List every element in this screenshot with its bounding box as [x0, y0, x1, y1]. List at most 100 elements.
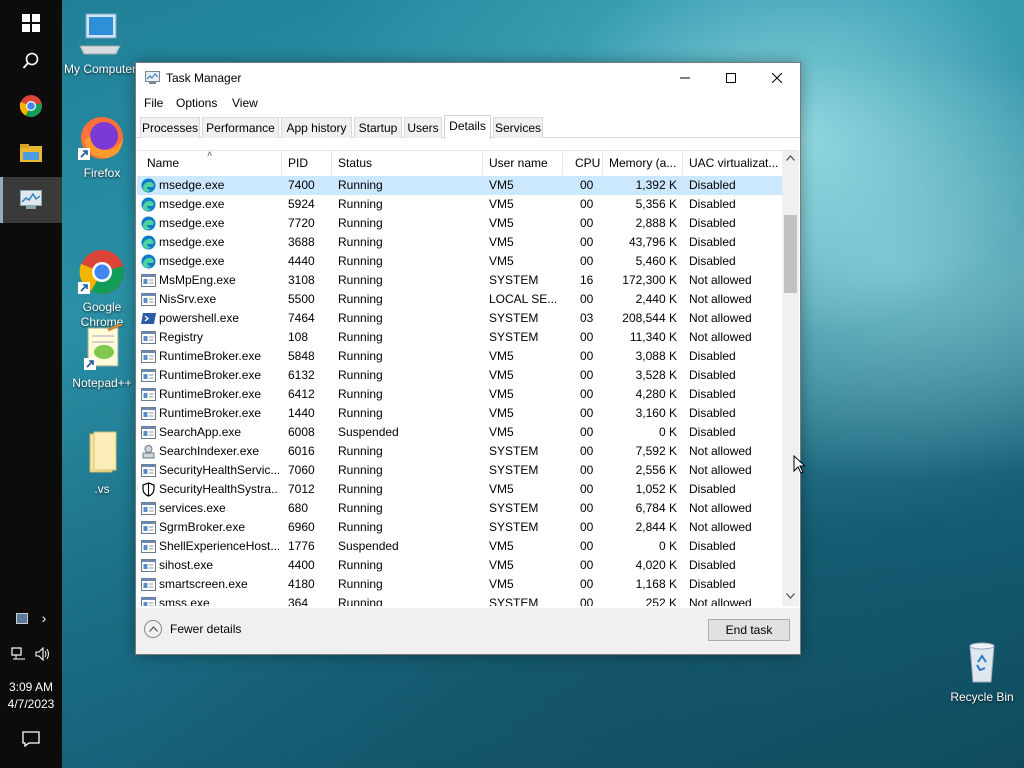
cell-pid: 108: [288, 330, 309, 344]
tab-performance[interactable]: Performance: [202, 117, 279, 138]
column-header-memory[interactable]: Memory (a...: [603, 151, 683, 175]
task-manager-icon: [145, 71, 160, 84]
tray-overflow[interactable]: ›: [0, 606, 62, 630]
clock-date[interactable]: 4/7/2023: [0, 696, 62, 712]
menu-file[interactable]: File: [144, 96, 163, 110]
close-button[interactable]: [754, 63, 800, 93]
table-row[interactable]: RuntimeBroker.exe 5848 Running VM5 00 3,088 K…: [137, 347, 782, 366]
cell-status: Running: [338, 197, 383, 211]
title-bar[interactable]: Task Manager: [136, 63, 800, 93]
scroll-down-icon[interactable]: [786, 593, 795, 599]
table-row[interactable]: NisSrv.exe 5500 Running LOCAL SE... 00 2,440 …: [137, 290, 782, 309]
table-row[interactable]: powershell.exe 7464 Running SYSTEM 03 208,544…: [137, 309, 782, 328]
table-row[interactable]: smartscreen.exe 4180 Running VM5 00 1,168 K Di…: [137, 575, 782, 594]
minimize-button[interactable]: [662, 63, 708, 93]
table-row[interactable]: SearchIndexer.exe 6016 Running SYSTEM 00 7,59…: [137, 442, 782, 461]
vertical-scrollbar[interactable]: [782, 151, 799, 606]
table-row[interactable]: msedge.exe 7720 Running VM5 00 2,888 K Disable…: [137, 214, 782, 233]
table-row[interactable]: RuntimeBroker.exe 1440 Running VM5 00 3,160 K…: [137, 404, 782, 423]
fewer-details-button[interactable]: Fewer details: [144, 620, 241, 638]
cell-user-name: SYSTEM: [489, 444, 539, 458]
table-row[interactable]: ShellExperienceHost.... 1776 Suspended VM5 0…: [137, 537, 782, 556]
column-header-pid[interactable]: PID: [282, 151, 332, 175]
volume-icon[interactable]: [35, 647, 51, 661]
clock-time[interactable]: 3:09 AM: [0, 679, 62, 695]
table-row[interactable]: RuntimeBroker.exe 6412 Running VM5 00 4,280 K…: [137, 385, 782, 404]
column-header-status[interactable]: Status: [332, 151, 483, 175]
action-center-button[interactable]: [0, 716, 62, 762]
taskbar: › 3:09 AM 4/7/2023: [0, 0, 62, 768]
tab-services[interactable]: Services: [493, 117, 543, 138]
table-row[interactable]: msedge.exe 5924 Running VM5 00 5,356 K Disable…: [137, 195, 782, 214]
search-button[interactable]: [0, 38, 62, 84]
desktop-icon-notepad-plus-plus[interactable]: Notepad++: [62, 322, 142, 391]
process-icon: [141, 273, 156, 288]
table-header: ˄ Name PID Status User name CPU Memory (…: [137, 151, 782, 175]
scroll-up-icon[interactable]: [786, 155, 795, 161]
taskbar-task-manager[interactable]: [0, 177, 62, 223]
desktop-icon-google-chrome[interactable]: Google Chrome: [62, 218, 142, 330]
desktop-icon-my-computer[interactable]: My Computer: [60, 10, 140, 77]
cell-name: smss.exe: [159, 596, 210, 606]
table-row[interactable]: sihost.exe 4400 Running VM5 00 4,020 K Disable…: [137, 556, 782, 575]
cell-name: MsMpEng.exe: [159, 273, 236, 287]
search-icon: [22, 52, 39, 69]
tab-app-history[interactable]: App history: [281, 117, 352, 138]
table-row[interactable]: msedge.exe 4440 Running VM5 00 5,460 K Disable…: [137, 252, 782, 271]
table-row[interactable]: msedge.exe 3688 Running VM5 00 43,796 K Disabl…: [137, 233, 782, 252]
file-explorer-icon: [20, 144, 42, 162]
menu-view[interactable]: View: [232, 96, 258, 110]
maximize-button[interactable]: [708, 63, 754, 93]
table-row[interactable]: SecurityHealthServic... 7060 Running SYSTEM…: [137, 461, 782, 480]
column-header-user-name[interactable]: User name: [483, 151, 563, 175]
table-row[interactable]: RuntimeBroker.exe 6132 Running VM5 00 3,528 K…: [137, 366, 782, 385]
tab-startup[interactable]: Startup: [354, 117, 402, 138]
table-row[interactable]: Registry 108 Running SYSTEM 00 11,340 K Not al…: [137, 328, 782, 347]
taskbar-chrome[interactable]: [0, 83, 62, 129]
table-row[interactable]: services.exe 680 Running SYSTEM 00 6,784 K Not…: [137, 499, 782, 518]
cell-name: msedge.exe: [159, 216, 225, 230]
cell-user-name: VM5: [489, 482, 514, 496]
table-row[interactable]: SecurityHealthSystra... 7012 Running VM5 00 1…: [137, 480, 782, 499]
tray-network-volume: [0, 642, 62, 666]
table-row[interactable]: SearchApp.exe 6008 Suspended VM5 00 0 K Disabl…: [137, 423, 782, 442]
table-row[interactable]: SgrmBroker.exe 6960 Running SYSTEM 00 2,844 K…: [137, 518, 782, 537]
cell-name: RuntimeBroker.exe: [159, 368, 262, 382]
search-indexer-icon: [141, 444, 156, 459]
taskbar-file-explorer[interactable]: [0, 130, 62, 176]
network-icon[interactable]: [11, 647, 27, 661]
desktop-icon-recycle-bin[interactable]: Recycle Bin: [942, 638, 1022, 705]
column-header-name[interactable]: ˄ Name: [141, 151, 282, 175]
desktop-icon-label: My Computer: [63, 62, 137, 76]
cell-memory: 1,052 K: [635, 482, 677, 496]
tab-details[interactable]: Details: [444, 115, 491, 139]
table-row[interactable]: smss.exe 364 Running SYSTEM 00 252 K Not allow…: [137, 594, 782, 606]
cell-uac-virtualization: Disabled: [689, 349, 736, 363]
menu-options[interactable]: Options: [176, 96, 217, 110]
edge-icon: [141, 178, 156, 193]
cell-uac-virtualization: Disabled: [689, 254, 736, 268]
end-task-button[interactable]: End task: [708, 619, 790, 641]
cell-memory: 172,300 K: [622, 273, 677, 287]
tab-processes[interactable]: Processes: [140, 117, 200, 138]
cell-cpu: 16: [580, 273, 594, 287]
recycle-bin-icon: [958, 638, 1006, 686]
cell-memory: 2,556 K: [635, 463, 677, 477]
desktop-icon-firefox[interactable]: Firefox: [62, 114, 142, 181]
table-row[interactable]: msedge.exe 7400 Running VM5 00 1,392 K Disable…: [137, 176, 782, 195]
cell-memory: 3,160 K: [635, 406, 677, 420]
tab-users[interactable]: Users: [404, 117, 442, 138]
cell-memory: 5,356 K: [635, 197, 677, 211]
cell-memory: 1,168 K: [635, 577, 677, 591]
column-header-cpu[interactable]: CPU: [563, 151, 603, 175]
table-row[interactable]: MsMpEng.exe 3108 Running SYSTEM 16 172,300 K N…: [137, 271, 782, 290]
desktop-icon-vs-folder[interactable]: .vs: [62, 430, 142, 497]
process-icon: [141, 349, 156, 364]
cell-memory: 208,544 K: [622, 311, 677, 325]
cell-cpu: 00: [580, 235, 594, 249]
cell-uac-virtualization: Disabled: [689, 178, 736, 192]
chevron-right-icon: ›: [41, 610, 47, 626]
process-icon: [141, 520, 156, 535]
scrollbar-thumb[interactable]: [784, 215, 797, 293]
column-header-uac-virtualization[interactable]: UAC virtualizat...: [683, 151, 782, 175]
